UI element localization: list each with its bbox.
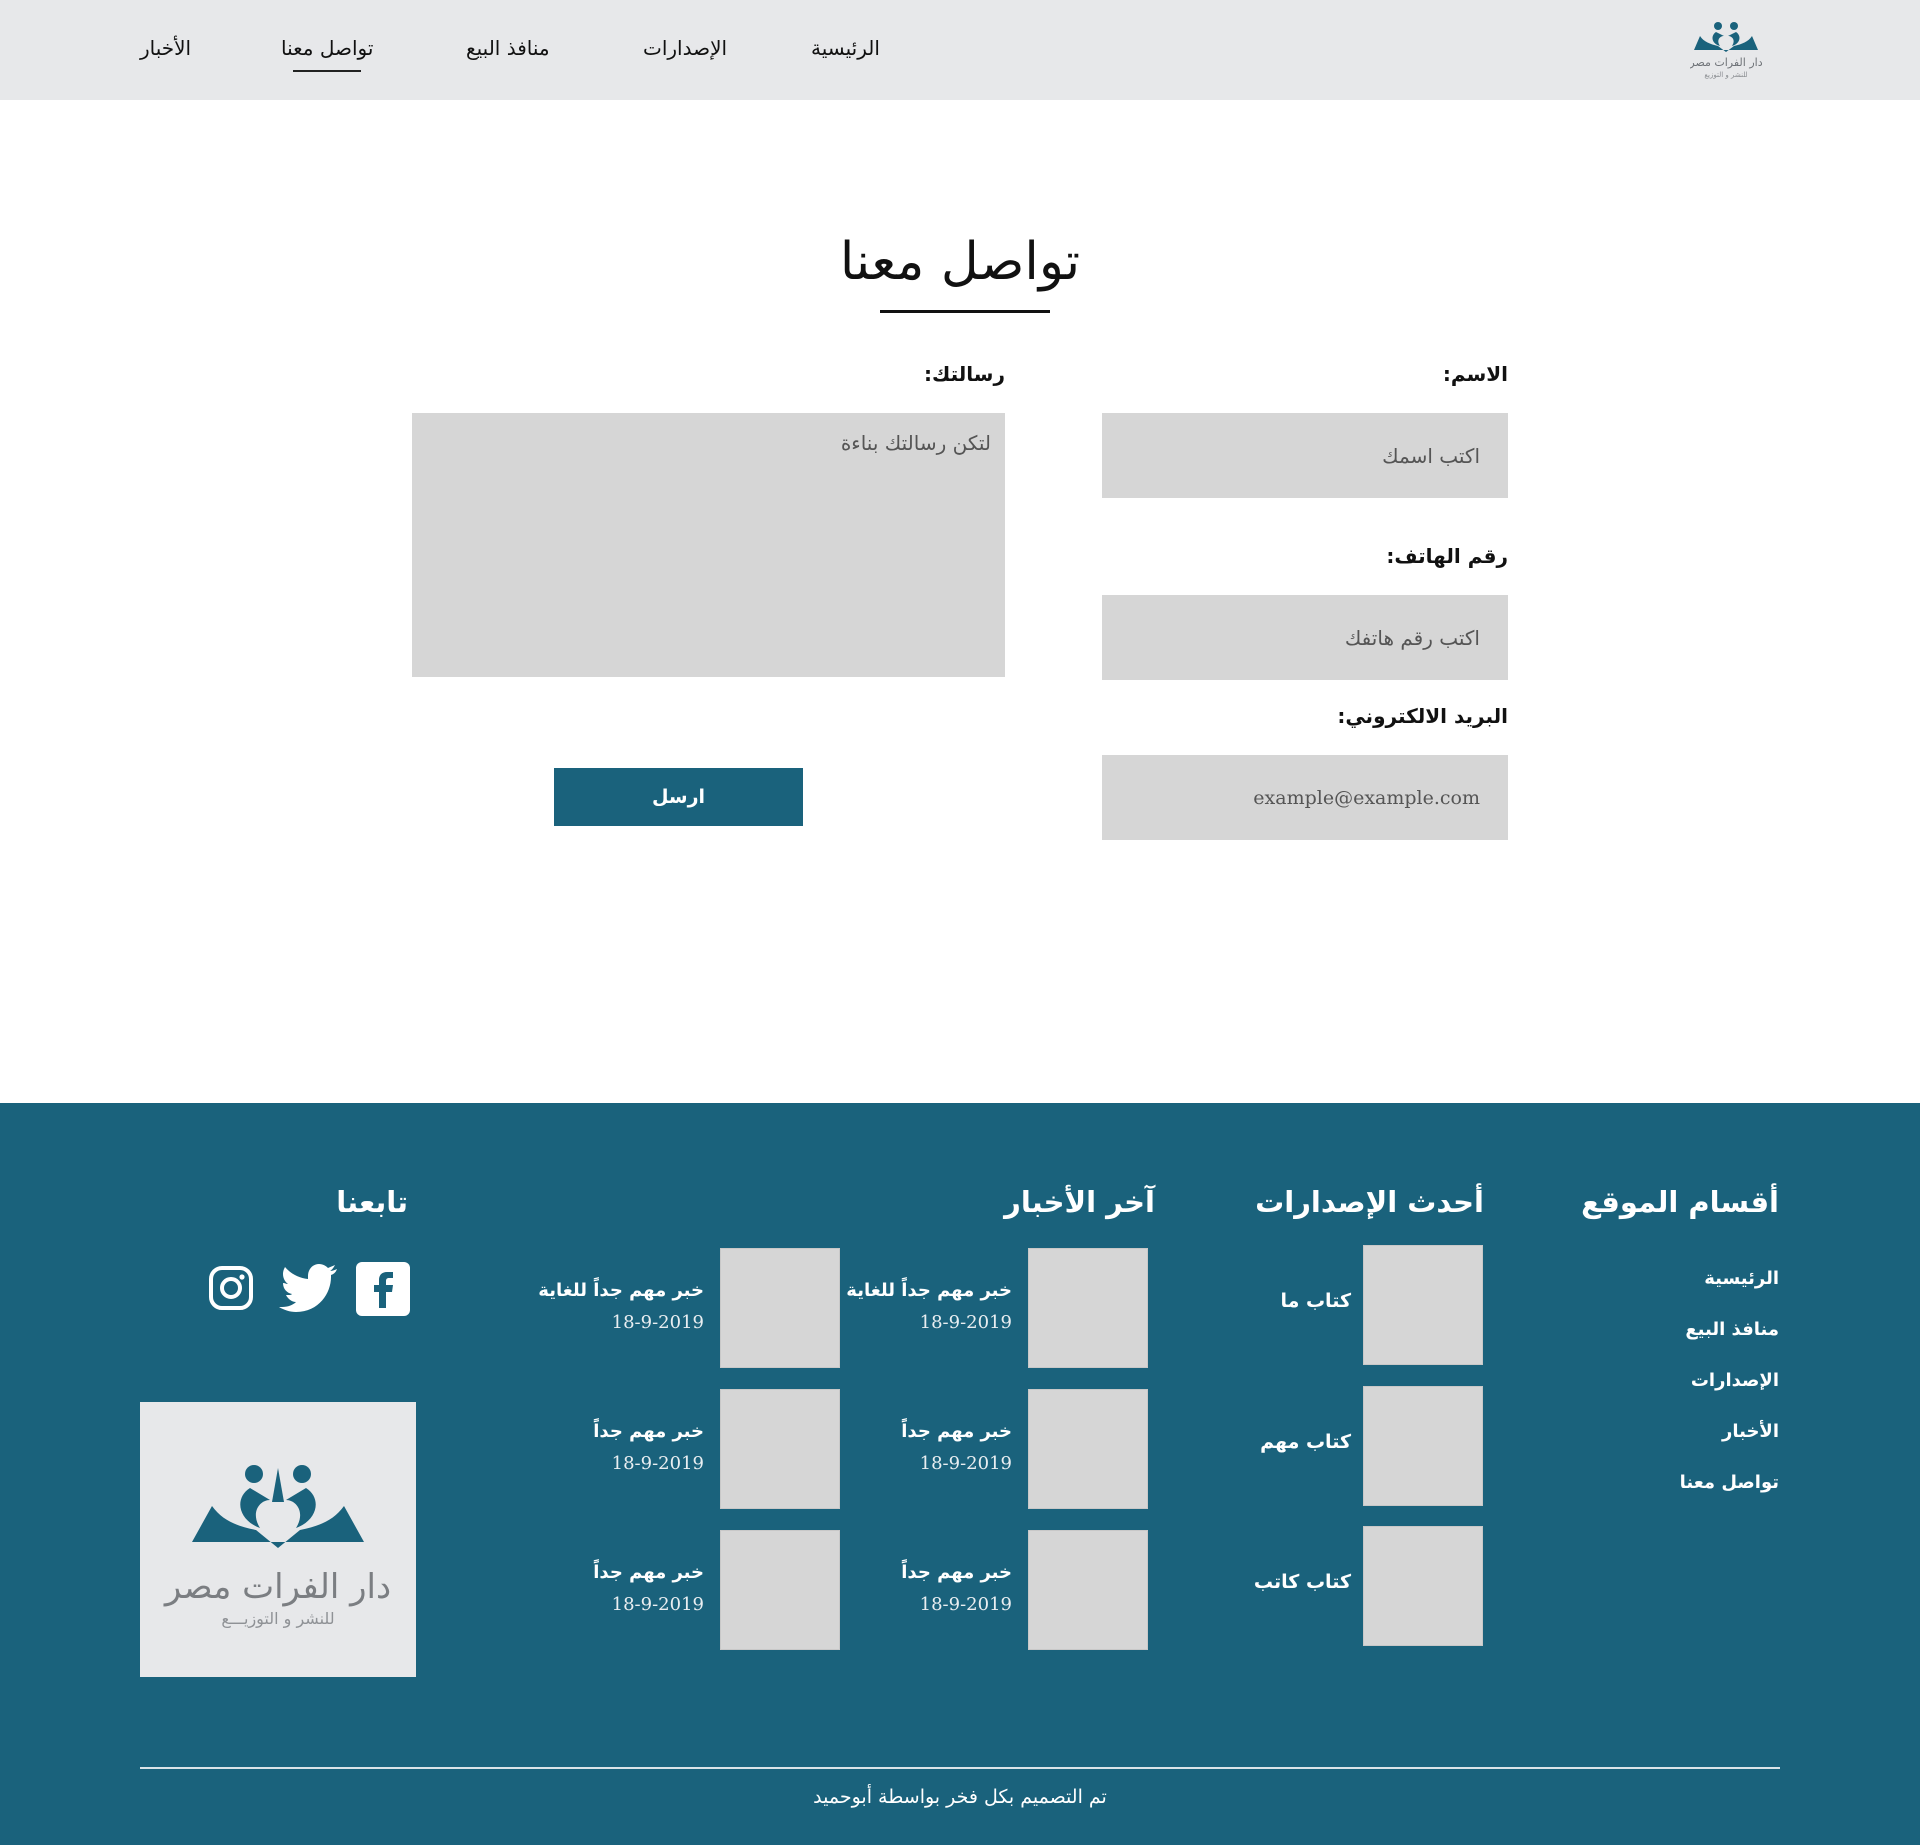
book-cover[interactable] <box>1363 1526 1483 1646</box>
news-thumbnail[interactable] <box>720 1530 840 1650</box>
news-date: 18-9-2019 <box>611 1594 704 1615</box>
nav-home[interactable]: الرئيسية <box>811 36 880 60</box>
instagram-icon[interactable] <box>208 1265 254 1315</box>
news-date: 18-9-2019 <box>611 1453 704 1474</box>
footer-link-news[interactable]: الأخبار <box>1722 1421 1779 1442</box>
news-title[interactable]: خبر مهم جداً <box>593 1421 704 1442</box>
news-date: 18-9-2019 <box>611 1312 704 1333</box>
email-input[interactable] <box>1102 755 1508 840</box>
page-title: تواصل معنا <box>839 232 1081 292</box>
name-label: الاسم: <box>1442 362 1508 386</box>
message-textarea[interactable] <box>412 413 1005 677</box>
publisher-logo[interactable]: دار الفرات مصر للنشر و التوزيع <box>1690 16 1762 82</box>
footer-logo: دار الفرات مصر للنشر و التوزيـــع <box>140 1402 416 1677</box>
book-title[interactable]: كتاب كاتب <box>1254 1571 1351 1593</box>
footer-link-sales-outlets[interactable]: منافذ البيع <box>1685 1319 1779 1340</box>
message-label: رسالتك: <box>924 362 1005 386</box>
title-underline <box>880 310 1050 313</box>
submit-button[interactable]: ارسل <box>554 768 803 826</box>
phone-input[interactable] <box>1102 595 1508 680</box>
news-thumbnail[interactable] <box>1028 1389 1148 1509</box>
header-logo-name: دار الفرات مصر <box>1690 56 1762 69</box>
footer-divider <box>140 1767 1780 1769</box>
footer-sections-heading: أقسام الموقع <box>1581 1185 1779 1219</box>
news-date: 18-9-2019 <box>919 1453 1012 1474</box>
name-input[interactable] <box>1102 413 1508 498</box>
phone-label: رقم الهاتف: <box>1386 544 1508 568</box>
nav-releases[interactable]: الإصدارات <box>643 36 727 60</box>
news-title[interactable]: خبر مهم جداً للغاية <box>538 1280 704 1301</box>
header-logo-tagline: للنشر و التوزيع <box>1704 71 1747 79</box>
news-title[interactable]: خبر مهم جداً <box>593 1562 704 1583</box>
site-header: الرئيسية الإصدارات منافذ البيع تواصل معن… <box>0 0 1920 100</box>
footer-logo-tagline: للنشر و التوزيـــع <box>221 1609 334 1629</box>
footer-news-heading: آخر الأخبار <box>1004 1185 1155 1219</box>
footer-credit: تم التصميم بكل فخر بواسطة أبوحميد <box>813 1786 1107 1808</box>
footer-link-releases[interactable]: الإصدارات <box>1691 1370 1779 1391</box>
book-cover[interactable] <box>1363 1245 1483 1365</box>
news-thumbnail[interactable] <box>720 1389 840 1509</box>
news-title[interactable]: خبر مهم جداً للغاية <box>846 1280 1012 1301</box>
news-title[interactable]: خبر مهم جداً <box>901 1421 1012 1442</box>
facebook-icon[interactable] <box>356 1262 410 1320</box>
footer-link-home[interactable]: الرئيسية <box>1704 1268 1779 1289</box>
news-title[interactable]: خبر مهم جداً <box>901 1562 1012 1583</box>
twitter-icon[interactable] <box>275 1262 339 1320</box>
book-title[interactable]: كتاب ما <box>1280 1290 1351 1312</box>
news-date: 18-9-2019 <box>919 1312 1012 1333</box>
email-label: البريد الالكتروني: <box>1337 704 1508 728</box>
footer-link-contact[interactable]: تواصل معنا <box>1680 1472 1779 1493</box>
nav-sales-outlets[interactable]: منافذ البيع <box>466 36 550 60</box>
news-date: 18-9-2019 <box>919 1594 1012 1615</box>
book-title[interactable]: كتاب مهم <box>1260 1431 1351 1453</box>
news-thumbnail[interactable] <box>1028 1248 1148 1368</box>
book-cover[interactable] <box>1363 1386 1483 1506</box>
footer-releases-heading: أحدث الإصدارات <box>1255 1185 1484 1219</box>
news-thumbnail[interactable] <box>720 1248 840 1368</box>
nav-contact-us[interactable]: تواصل معنا <box>281 36 373 72</box>
news-thumbnail[interactable] <box>1028 1530 1148 1650</box>
footer-follow-heading: تابعنا <box>336 1185 408 1219</box>
footer-logo-name: دار الفرات مصر <box>163 1567 391 1607</box>
nav-news[interactable]: الأخبار <box>140 36 191 60</box>
